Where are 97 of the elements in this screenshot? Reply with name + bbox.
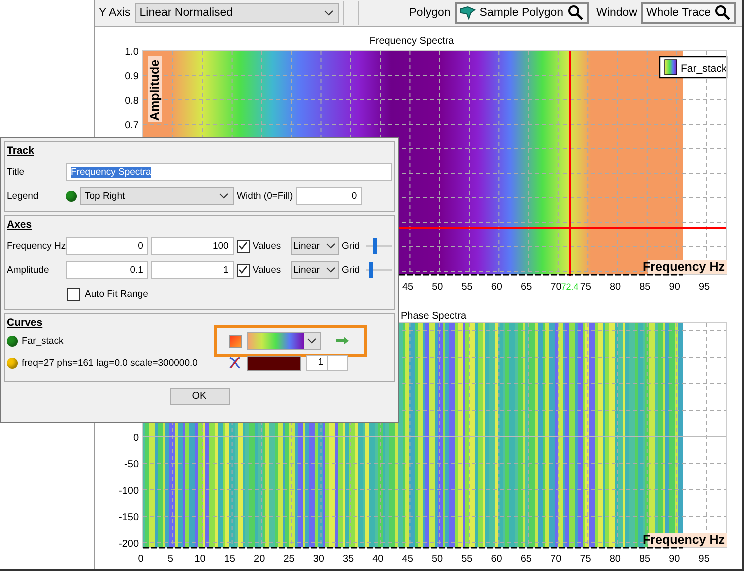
max-field[interactable]: 1: [151, 261, 234, 279]
curve-name: Far_stack: [22, 336, 64, 346]
section-heading: Axes: [7, 219, 34, 231]
tick-label: 60: [491, 554, 502, 565]
color-swatch[interactable]: [247, 356, 301, 370]
axis-title: Amplitude: [148, 60, 162, 121]
tick-label: -100: [118, 486, 139, 497]
tick-label: 25: [284, 554, 295, 565]
field-label: Title: [7, 166, 26, 178]
section-heading: Curves: [7, 317, 44, 329]
y-axis-dropdown[interactable]: Linear Normalised: [134, 3, 339, 23]
scale-dropdown[interactable]: Linear: [290, 261, 340, 279]
tick-label: 75: [580, 554, 592, 565]
tick-label: -150: [118, 512, 139, 524]
search-icon: [715, 5, 731, 21]
checkbox-label: Values: [252, 264, 282, 276]
tick-label: 20: [254, 554, 266, 565]
width-field[interactable]: 0: [296, 187, 362, 205]
caret-icon: [219, 193, 229, 199]
polygon-icon: [460, 6, 476, 20]
checkbox[interactable]: [236, 264, 250, 276]
tick-label: 65: [521, 282, 532, 293]
curve-style-icon[interactable]: [228, 356, 242, 370]
tick-label: 45: [402, 282, 414, 293]
field-label: Amplitude: [7, 264, 50, 276]
tick-label: 85: [640, 282, 651, 293]
tick-label: 95: [698, 282, 710, 293]
caret-icon: [326, 243, 336, 249]
field-label: Legend: [7, 190, 40, 202]
arrow-icon[interactable]: [336, 336, 350, 346]
tick-label: 10: [194, 554, 206, 565]
tick-label: 15: [224, 554, 236, 565]
tick-label: 65: [520, 554, 532, 565]
tick-label: 0.9: [125, 72, 139, 82]
tick-label: 80: [610, 554, 621, 565]
caret-icon: [326, 267, 336, 273]
field-label: Width (0=Fill): [237, 190, 294, 202]
grid-slider[interactable]: [366, 262, 392, 278]
tick-label: 95: [698, 554, 710, 565]
tick-label: 90: [669, 554, 680, 565]
scale-dropdown[interactable]: Linear: [290, 237, 340, 255]
tick-label: 60: [491, 282, 503, 293]
section-heading: Track: [7, 145, 36, 157]
tick-label: 70: [550, 282, 562, 293]
axis-title: Frequency Hz: [643, 260, 725, 274]
tick-label: 50: [432, 554, 444, 565]
min-field[interactable]: 0: [66, 237, 148, 255]
line-width-spinner[interactable]: 1: [306, 355, 348, 371]
checkbox[interactable]: [67, 288, 80, 300]
field-label: Grid: [342, 264, 360, 276]
caret-icon: [324, 10, 334, 16]
checkbox-label: Values: [252, 240, 282, 252]
tick-label: 55: [462, 282, 473, 293]
checkbox[interactable]: [236, 240, 250, 252]
tick-label: -200: [118, 539, 139, 550]
min-field[interactable]: 0.1: [66, 261, 148, 279]
search-icon: [568, 5, 584, 21]
tick-label: 5: [168, 554, 174, 565]
ok-button[interactable]: OK: [170, 388, 230, 405]
tick-label: 75: [580, 282, 592, 293]
caret-icon: [307, 338, 317, 344]
tick-label: 0: [133, 433, 139, 444]
window-picker[interactable]: Whole Trace: [641, 2, 736, 24]
cursor-value: 72.4: [561, 282, 579, 292]
status-dot: [66, 190, 77, 202]
polygon-label: Polygon: [409, 7, 451, 19]
tick-label: 80: [610, 282, 622, 293]
y-axis-label: Y Axis: [99, 7, 131, 19]
tick-label: 70: [550, 554, 562, 565]
tick-label: 35: [342, 554, 354, 565]
curve-name: freq=27 phs=161 lag=0.0 scale=300000.0: [22, 358, 198, 368]
tick-label: 40: [372, 554, 384, 565]
max-field[interactable]: 100: [151, 237, 234, 255]
tick-label: -50: [124, 460, 139, 470]
tick-label: 1.0: [125, 47, 139, 58]
title-field[interactable]: Frequency Spectra: [66, 163, 392, 181]
field-label: Grid: [342, 240, 360, 252]
colormap-dropdown[interactable]: [247, 332, 321, 350]
tick-label: 50: [432, 282, 444, 293]
tick-label: 0.8: [125, 96, 139, 107]
tick-label: 30: [313, 554, 324, 565]
legend: Far_stack: [659, 56, 728, 79]
tick-label: 0: [138, 554, 144, 565]
chart-title: Phase Spectra: [401, 311, 467, 322]
tick-label: 55: [462, 554, 473, 565]
checkbox-label: Auto Fit Range: [85, 288, 148, 300]
grid-slider[interactable]: [366, 238, 392, 254]
window-label: Window: [596, 7, 638, 19]
tick-label: 0.7: [125, 120, 139, 132]
legend-dropdown[interactable]: Top Right: [80, 187, 234, 205]
toolbar-separator: [342, 1, 359, 25]
color-swatch[interactable]: [229, 334, 242, 348]
tick-label: 90: [669, 282, 680, 293]
chart-title: Frequency Spectra: [370, 36, 454, 47]
polygon-picker[interactable]: Sample Polygon: [454, 2, 589, 24]
tick-label: 85: [639, 554, 651, 565]
tick-label: 45: [402, 554, 414, 565]
